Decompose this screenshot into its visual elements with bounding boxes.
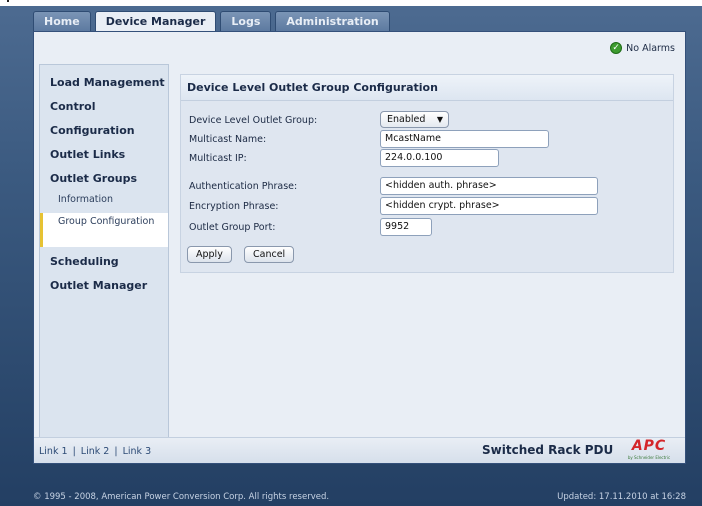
left-nav: Load Management Control Configuration Ou… <box>39 64 169 458</box>
copyright: © 1995 - 2008, American Power Conversion… <box>33 492 330 502</box>
enc-phrase-input[interactable]: <hidden crypt. phrase> <box>380 197 598 215</box>
main-panel: ✓ No Alarms Load Management Control Conf… <box>33 31 686 464</box>
tab-home[interactable]: Home <box>33 11 91 31</box>
nav-configuration[interactable]: Configuration <box>40 119 168 143</box>
alarm-text: No Alarms <box>626 42 675 54</box>
page-title: Device Level Outlet Group Configuration <box>181 75 673 101</box>
mcast-name-label: Multicast Name: <box>189 134 267 145</box>
nav-sub-group-configuration[interactable]: Group Configuration <box>40 213 168 247</box>
tab-device-manager[interactable]: Device Manager <box>94 11 217 32</box>
alarm-status[interactable]: ✓ No Alarms <box>610 40 675 56</box>
chevron-down-icon: ▼ <box>436 115 443 124</box>
mcast-ip-label: Multicast IP: <box>189 153 247 164</box>
nav-sub-information[interactable]: Information <box>40 191 168 213</box>
mcast-name-input[interactable]: McastName <box>380 130 549 148</box>
panel-footer: Link 1 | Link 2 | Link 3 Switched Rack P… <box>34 437 685 463</box>
link-separator: | <box>114 446 118 457</box>
config-form: Device Level Outlet Group Configuration … <box>180 74 674 273</box>
group-select-value: Enabled <box>387 114 426 125</box>
top-dot <box>7 0 9 2</box>
tab-logs[interactable]: Logs <box>220 11 272 31</box>
apc-logo: APC by Schneider Electric <box>620 438 678 461</box>
footer-links: Link 1 | Link 2 | Link 3 <box>39 446 151 457</box>
nav-control[interactable]: Control <box>40 95 168 119</box>
nav-scheduling[interactable]: Scheduling <box>40 250 168 274</box>
cancel-button[interactable]: Cancel <box>244 246 295 263</box>
footer-link-1[interactable]: Link 1 <box>39 446 68 457</box>
logo-text: APC <box>631 438 667 454</box>
logo-subtext: by Schneider Electric <box>627 455 671 460</box>
tab-administration[interactable]: Administration <box>275 11 390 31</box>
mcast-ip-input[interactable]: 224.0.0.100 <box>380 149 499 167</box>
product-name: Switched Rack PDU <box>482 443 614 457</box>
link-separator: | <box>72 446 76 457</box>
group-label: Device Level Outlet Group: <box>189 115 318 126</box>
updated-timestamp: Updated: 17.11.2010 at 16:28 <box>557 492 686 502</box>
main-tabs: Home Device Manager Logs Administration <box>33 11 394 32</box>
port-input[interactable]: 9952 <box>380 218 432 236</box>
enc-label: Encryption Phrase: <box>189 201 279 212</box>
check-circle-icon: ✓ <box>610 42 623 54</box>
nav-load-management[interactable]: Load Management <box>40 71 168 95</box>
port-label: Outlet Group Port: <box>189 222 276 233</box>
nav-outlet-manager[interactable]: Outlet Manager <box>40 274 168 298</box>
auth-label: Authentication Phrase: <box>189 181 298 192</box>
footer-link-3[interactable]: Link 3 <box>123 446 152 457</box>
footer-link-2[interactable]: Link 2 <box>81 446 110 457</box>
auth-phrase-input[interactable]: <hidden auth. phrase> <box>380 177 598 195</box>
apply-button[interactable]: Apply <box>187 246 232 263</box>
group-select[interactable]: Enabled ▼ <box>380 111 449 128</box>
nav-outlet-links[interactable]: Outlet Links <box>40 143 168 167</box>
top-strip <box>0 0 702 6</box>
nav-outlet-groups[interactable]: Outlet Groups <box>40 167 168 191</box>
